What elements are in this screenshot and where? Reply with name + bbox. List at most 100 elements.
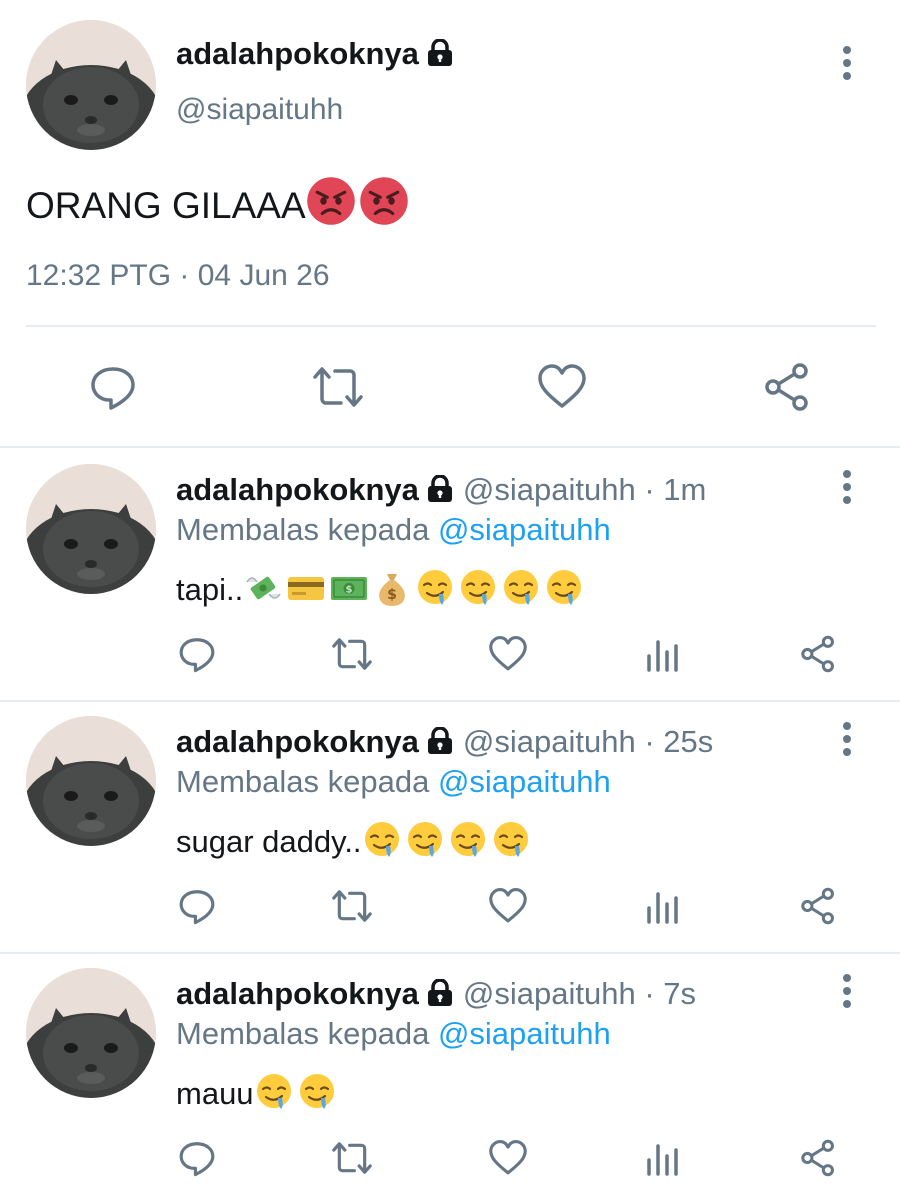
drooling-face-icon (448, 820, 488, 860)
retweet-button[interactable] (330, 1136, 374, 1180)
like-button[interactable] (486, 884, 530, 928)
mention-link[interactable]: @siapaituhh (438, 512, 611, 547)
more-options-icon[interactable] (834, 972, 860, 1012)
bar-chart-icon (647, 892, 678, 924)
avatar[interactable] (26, 464, 156, 594)
lock-icon (427, 39, 453, 67)
drooling-face-icon (544, 568, 584, 608)
avatar[interactable] (26, 20, 156, 150)
main-tweet: adalahpokoknya @siapaituhh ORANG GILAAA … (0, 0, 900, 448)
angry-face-icon (359, 176, 409, 226)
reply-header: adalahpokoknya @siapaituhh · 1m (176, 472, 706, 508)
reply-icon (179, 890, 215, 925)
lock-icon (427, 475, 453, 503)
share-icon (801, 635, 834, 673)
replying-to: Membalas kepada @siapaituhh (176, 512, 611, 547)
share-icon (801, 1139, 834, 1177)
like-button[interactable] (486, 1136, 530, 1180)
cat-avatar-image (26, 20, 156, 150)
heart-icon (489, 1140, 527, 1175)
share-icon (801, 887, 834, 925)
divider (26, 325, 876, 327)
avatar[interactable] (26, 716, 156, 846)
svg-text:$: $ (346, 585, 353, 596)
reply-tweet[interactable]: adalahpokoknya @siapaituhh · 1m Membalas … (0, 450, 900, 702)
reply-header: adalahpokoknya @siapaituhh · 7s (176, 976, 696, 1012)
cat-avatar-image (26, 968, 156, 1098)
display-name[interactable]: adalahpokoknya (176, 36, 453, 72)
drooling-face-icon (405, 820, 445, 860)
reply-button[interactable] (175, 1136, 219, 1180)
analytics-button[interactable] (641, 1136, 685, 1180)
reply-text: mauu (176, 1072, 340, 1112)
reply-icon (91, 367, 135, 410)
heart-icon (489, 636, 527, 671)
analytics-button[interactable] (641, 884, 685, 928)
handle[interactable]: @siapaituhh (463, 472, 636, 507)
retweet-icon (332, 638, 372, 670)
handle[interactable]: @siapaituhh (463, 976, 636, 1011)
handle[interactable]: @siapaituhh (463, 724, 636, 759)
reply-text: sugar daddy.. (176, 820, 534, 860)
reply-time[interactable]: · 25s (644, 724, 713, 759)
retweet-button[interactable] (330, 884, 374, 928)
reply-icon (179, 1142, 215, 1177)
share-icon (765, 363, 808, 411)
money-bag-icon: $ (372, 568, 412, 608)
drooling-face-icon (254, 1072, 294, 1112)
dollar-banknote-icon: $ (329, 568, 369, 608)
retweet-icon (313, 367, 363, 407)
replying-to: Membalas kepada @siapaituhh (176, 1016, 611, 1051)
reply-header: adalahpokoknya @siapaituhh · 25s (176, 724, 713, 760)
display-name[interactable]: adalahpokoknya (176, 472, 419, 507)
reply-button[interactable] (175, 632, 219, 676)
heart-icon (538, 364, 586, 408)
drooling-face-icon (415, 568, 455, 608)
handle[interactable]: @siapaituhh (176, 93, 343, 127)
more-options-icon[interactable] (834, 44, 860, 84)
more-options-icon[interactable] (834, 468, 860, 508)
avatar[interactable] (26, 968, 156, 1098)
drooling-face-icon (458, 568, 498, 608)
lock-icon (427, 727, 453, 755)
share-button[interactable] (796, 632, 840, 676)
drooling-face-icon (501, 568, 541, 608)
replying-to: Membalas kepada @siapaituhh (176, 764, 611, 799)
reply-text: tapi.. $ $ (176, 568, 587, 608)
reply-button[interactable] (86, 360, 140, 414)
lock-icon (427, 979, 453, 1007)
reply-time[interactable]: · 1m (644, 472, 706, 507)
reply-time[interactable]: · 7s (644, 976, 696, 1011)
display-name[interactable]: adalahpokoknya (176, 724, 419, 759)
share-button[interactable] (796, 884, 840, 928)
bar-chart-icon (647, 640, 678, 672)
reply-tweet[interactable]: adalahpokoknya @siapaituhh · 25s Membalas… (0, 702, 900, 954)
tweet-text: ORANG GILAAA (26, 176, 412, 227)
reply-icon (179, 638, 215, 673)
share-button[interactable] (760, 360, 814, 414)
share-button[interactable] (796, 1136, 840, 1180)
money-with-wings-icon (243, 568, 283, 608)
more-options-icon[interactable] (834, 720, 860, 760)
heart-icon (489, 888, 527, 923)
reply-tweet[interactable]: adalahpokoknya @siapaituhh · 7s Membalas … (0, 954, 900, 1200)
like-button[interactable] (535, 360, 589, 414)
cat-avatar-image (26, 464, 156, 594)
retweet-button[interactable] (330, 632, 374, 676)
display-name[interactable]: adalahpokoknya (176, 976, 419, 1011)
tweet-timestamp[interactable]: 12:32 PTG · 04 Jun 26 (26, 259, 330, 293)
analytics-button[interactable] (641, 632, 685, 676)
bar-chart-icon (647, 1144, 678, 1176)
like-button[interactable] (486, 632, 530, 676)
cat-avatar-image (26, 716, 156, 846)
retweet-icon (332, 1142, 372, 1174)
drooling-face-icon (362, 820, 402, 860)
credit-card-icon (286, 568, 326, 608)
mention-link[interactable]: @siapaituhh (438, 764, 611, 799)
drooling-face-icon (297, 1072, 337, 1112)
reply-button[interactable] (175, 884, 219, 928)
angry-face-icon (306, 176, 356, 226)
retweet-button[interactable] (311, 360, 365, 414)
svg-text:$: $ (387, 587, 397, 603)
mention-link[interactable]: @siapaituhh (438, 1016, 611, 1051)
